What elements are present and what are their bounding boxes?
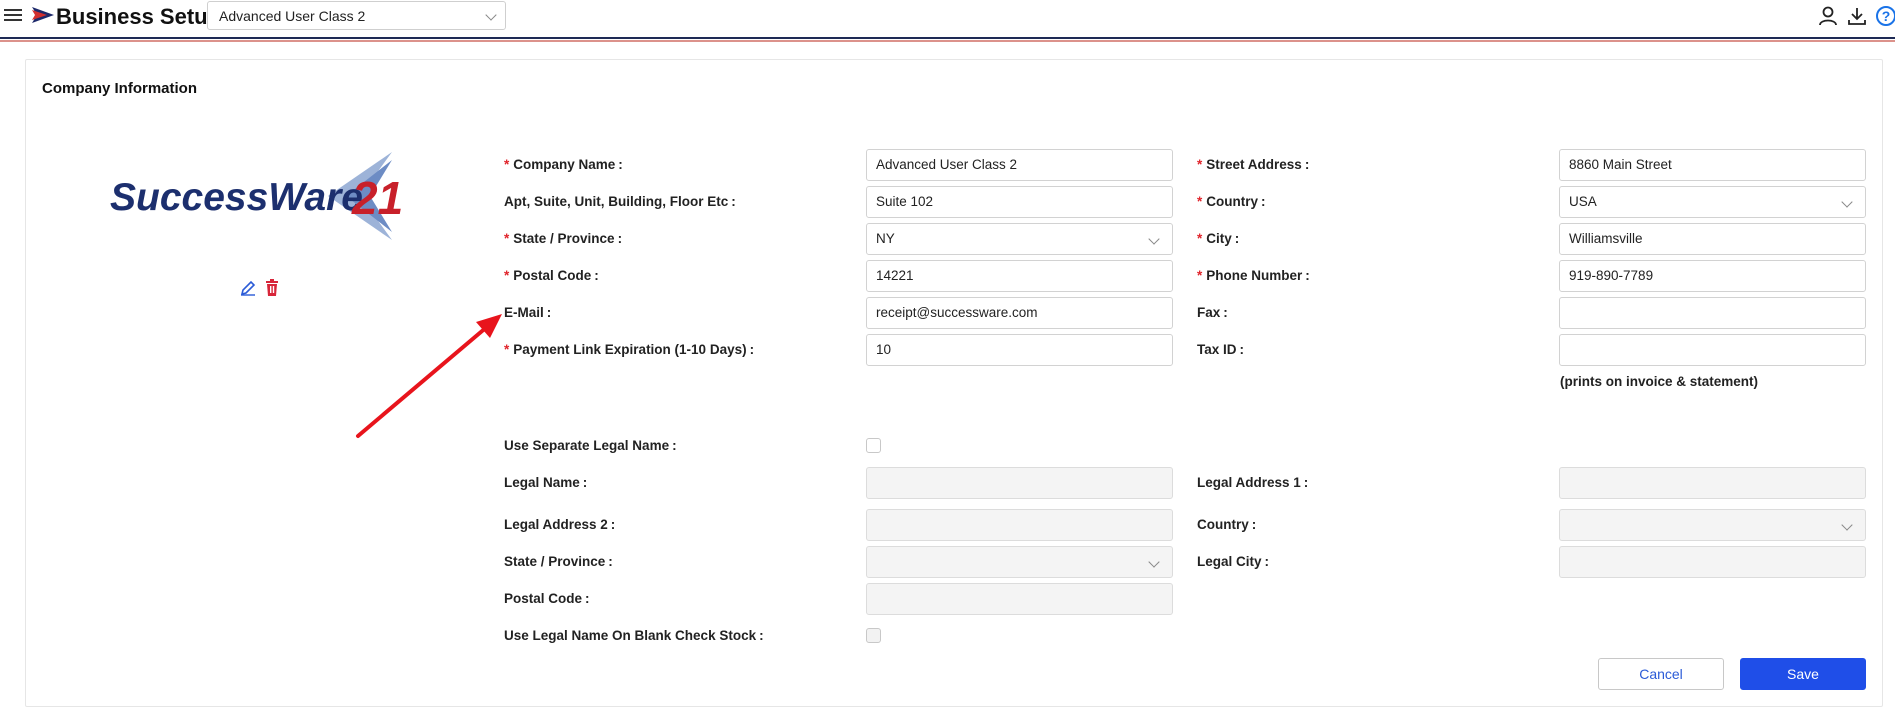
company-name-input[interactable]: Advanced User Class 2 — [866, 149, 1173, 181]
apt-suite-label: Apt, Suite, Unit, Building, Floor Etc: — [504, 194, 736, 209]
chevron-down-icon — [1841, 196, 1853, 208]
legal-name-label: Legal Name: — [504, 475, 588, 490]
legal-address-1-input[interactable] — [1559, 467, 1866, 499]
email-label: E-Mail: — [504, 305, 552, 320]
legal-state-select[interactable] — [866, 546, 1173, 578]
street-address-label: * Street Address: — [1197, 157, 1310, 172]
postal-code-label: * Postal Code: — [504, 268, 599, 283]
legal-check-stock-checkbox[interactable] — [866, 628, 881, 643]
phone-label: * Phone Number: — [1197, 268, 1310, 283]
logo-text: SuccessWare — [110, 176, 363, 219]
header-divider-accent — [0, 40, 1895, 42]
tax-id-input[interactable] — [1559, 334, 1866, 366]
help-icon[interactable]: ? — [1876, 6, 1895, 26]
page-title: Business Setup — [56, 4, 222, 29]
download-icon[interactable] — [1847, 6, 1867, 26]
legal-city-input[interactable] — [1559, 546, 1866, 578]
company-selector-value: Advanced User Class 2 — [219, 8, 366, 24]
street-address-input[interactable]: 8860 Main Street — [1559, 149, 1866, 181]
state-select[interactable]: NY — [866, 223, 1173, 255]
state-label: * State / Province: — [504, 231, 623, 246]
company-name-label: * Company Name: — [504, 157, 623, 172]
use-legal-name-checkbox[interactable] — [866, 438, 881, 453]
legal-postal-input[interactable] — [866, 583, 1173, 615]
save-button[interactable]: Save — [1740, 658, 1866, 690]
company-logo: SuccessWare 21 — [110, 152, 403, 240]
legal-address-2-input[interactable] — [866, 509, 1173, 541]
chevron-down-icon — [1148, 556, 1160, 568]
legal-country-select[interactable] — [1559, 509, 1866, 541]
city-input[interactable]: Williamsville — [1559, 223, 1866, 255]
cancel-button[interactable]: Cancel — [1598, 658, 1724, 690]
flag-logo-icon — [32, 7, 54, 23]
company-selector[interactable]: Advanced User Class 2 — [207, 1, 506, 30]
top-bar: Business Setup Advanced User Class 2 ? — [0, 0, 1895, 36]
tax-id-label: Tax ID: — [1197, 342, 1245, 357]
logo-number: 21 — [351, 172, 403, 224]
chevron-down-icon — [1841, 519, 1853, 531]
country-label: * Country: — [1197, 194, 1266, 209]
section-title: Company Information — [42, 80, 198, 97]
postal-code-input[interactable]: 14221 — [866, 260, 1173, 292]
trash-icon[interactable] — [264, 279, 280, 296]
legal-address-1-label: Legal Address 1: — [1197, 475, 1309, 490]
phone-input[interactable]: 919-890-7789 — [1559, 260, 1866, 292]
apt-suite-input[interactable]: Suite 102 — [866, 186, 1173, 218]
fax-input[interactable] — [1559, 297, 1866, 329]
legal-country-label: Country: — [1197, 517, 1257, 532]
email-input[interactable]: receipt@successware.com — [866, 297, 1173, 329]
tax-id-note: (prints on invoice & statement) — [1560, 374, 1759, 389]
legal-state-label: State / Province: — [504, 554, 613, 569]
payment-link-input[interactable]: 10 — [866, 334, 1173, 366]
edit-pencil-icon[interactable] — [240, 280, 256, 296]
payment-link-label: * Payment Link Expiration (1-10 Days): — [504, 342, 755, 357]
legal-name-input[interactable] — [866, 467, 1173, 499]
legal-address-2-label: Legal Address 2: — [504, 517, 616, 532]
city-label: * City: — [1197, 231, 1240, 246]
user-icon[interactable] — [1818, 6, 1838, 26]
fax-label: Fax: — [1197, 305, 1228, 320]
chevron-down-icon — [1148, 233, 1160, 245]
hamburger-menu-icon[interactable] — [4, 6, 22, 24]
legal-postal-label: Postal Code: — [504, 591, 590, 606]
chevron-down-icon — [485, 9, 497, 21]
header-divider — [0, 37, 1895, 39]
use-legal-name-label: Use Separate Legal Name: — [504, 438, 677, 453]
legal-check-stock-label: Use Legal Name On Blank Check Stock: — [504, 628, 764, 643]
country-select[interactable]: USA — [1559, 186, 1866, 218]
legal-city-label: Legal City: — [1197, 554, 1270, 569]
